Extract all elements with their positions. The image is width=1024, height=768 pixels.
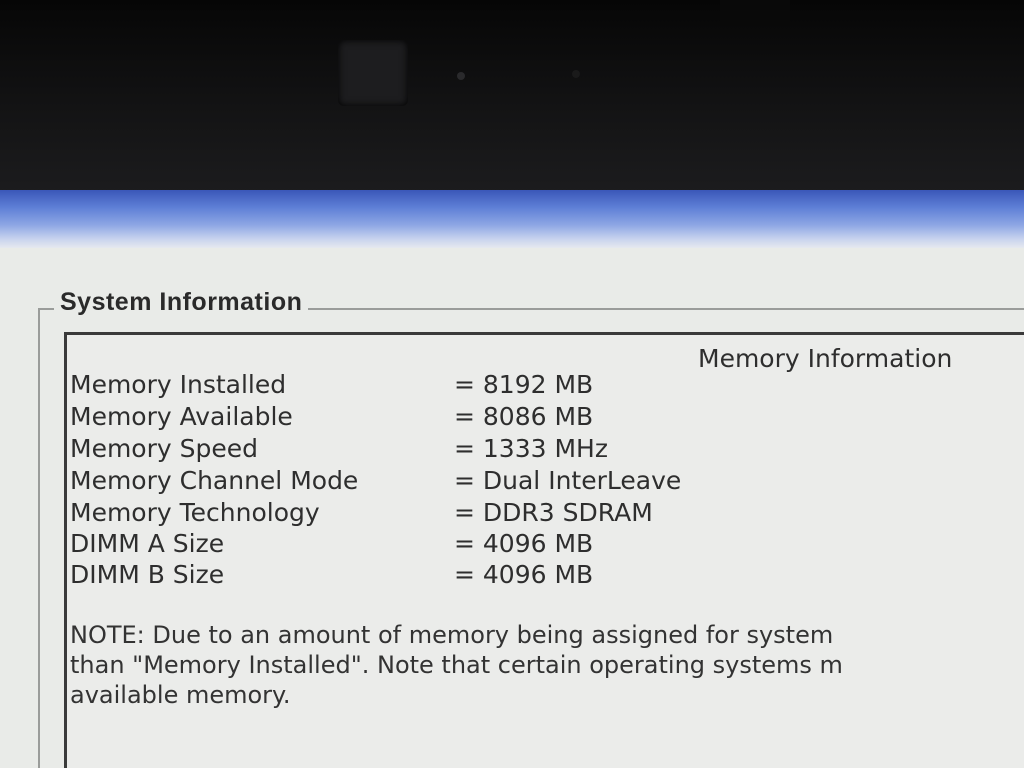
row-label: Memory Technology bbox=[70, 498, 320, 527]
row-value: = Dual InterLeave bbox=[454, 466, 682, 495]
bezel-sensor-dot bbox=[457, 72, 465, 80]
window-title-bar bbox=[0, 190, 1024, 248]
row-value: = 1333 MHz bbox=[454, 434, 608, 463]
laptop-bezel bbox=[0, 0, 1024, 195]
bezel-latch bbox=[720, 0, 790, 26]
row-label: DIMM B Size bbox=[70, 560, 225, 589]
note-line: than "Memory Installed". Note that certa… bbox=[70, 651, 843, 679]
row-label: Memory Installed bbox=[70, 370, 287, 399]
row-value: = 8086 MB bbox=[454, 402, 594, 431]
bezel-webcam-housing bbox=[338, 40, 408, 106]
row-label: Memory Available bbox=[70, 402, 293, 431]
row-value: = DDR3 SDRAM bbox=[454, 498, 653, 527]
note-line: available memory. bbox=[70, 681, 291, 709]
memory-note: NOTE: Due to an amount of memory being a… bbox=[70, 620, 1024, 710]
row-value: = 4096 MB bbox=[454, 529, 594, 558]
row-value: = 4096 MB bbox=[454, 560, 594, 589]
bezel-indicator-dot bbox=[572, 70, 580, 78]
bios-screen: System Information Memory Information Me… bbox=[0, 190, 1024, 768]
row-value: = 8192 MB bbox=[454, 370, 594, 399]
row-label: DIMM A Size bbox=[70, 529, 225, 558]
row-label: Memory Channel Mode bbox=[70, 466, 359, 495]
row-label: Memory Speed bbox=[70, 434, 258, 463]
section-title: Memory Information bbox=[698, 344, 953, 373]
note-line: NOTE: Due to an amount of memory being a… bbox=[70, 621, 834, 649]
group-title: System Information bbox=[54, 288, 309, 317]
